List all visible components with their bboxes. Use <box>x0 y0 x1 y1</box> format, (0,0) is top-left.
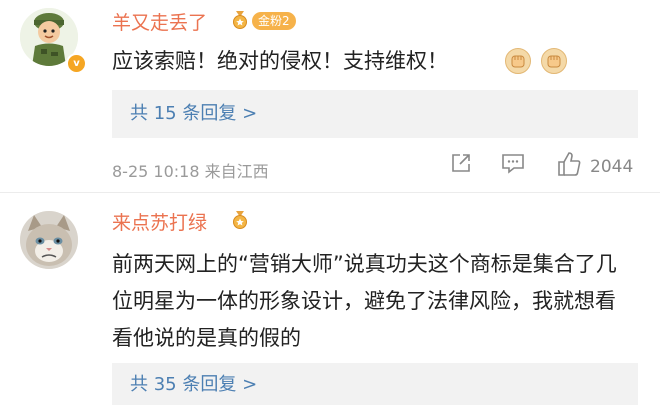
medal-icon <box>233 11 247 29</box>
fist-emoji-icon <box>505 48 531 74</box>
comment-meta: 8-25 10:18 来自江西 <box>112 158 269 182</box>
like-count: 2044 <box>590 157 634 177</box>
timestamp: 8-25 10:18 <box>112 162 200 181</box>
fan-badge: 金粉2 <box>252 12 296 30</box>
comment-icon[interactable] <box>500 150 526 176</box>
share-icon[interactable] <box>448 150 474 176</box>
view-replies-button[interactable]: 共 35 条回复 > <box>112 363 638 405</box>
verified-badge-icon: v <box>66 53 87 74</box>
comment-text: 前两天网上的“营销大师”说真功夫这个商标是集合了几位明星为一体的形象设计，避免了… <box>112 252 617 350</box>
comment-text: 应该索赔！绝对的侵权！支持维权！ <box>112 49 448 73</box>
avatar[interactable] <box>20 211 78 269</box>
like-icon[interactable] <box>555 150 583 178</box>
fist-emoji-icon <box>541 48 567 74</box>
view-replies-button[interactable]: 共 15 条回复 > <box>112 90 638 138</box>
location: 来自江西 <box>204 162 269 181</box>
medal-icon <box>233 211 247 229</box>
comment-item: 来点苏打绿 前两天网上的“营销大师”说真功夫这个商标是集合了几位明星为一体的形象… <box>0 192 660 405</box>
username[interactable]: 来点苏打绿 <box>112 208 207 235</box>
username[interactable]: 羊又走丢了 <box>112 8 207 35</box>
comment-item: v 羊又走丢了 金粉2 应该索赔！绝对的侵权！支持维权！ 共 15 条回复 > … <box>0 0 660 192</box>
